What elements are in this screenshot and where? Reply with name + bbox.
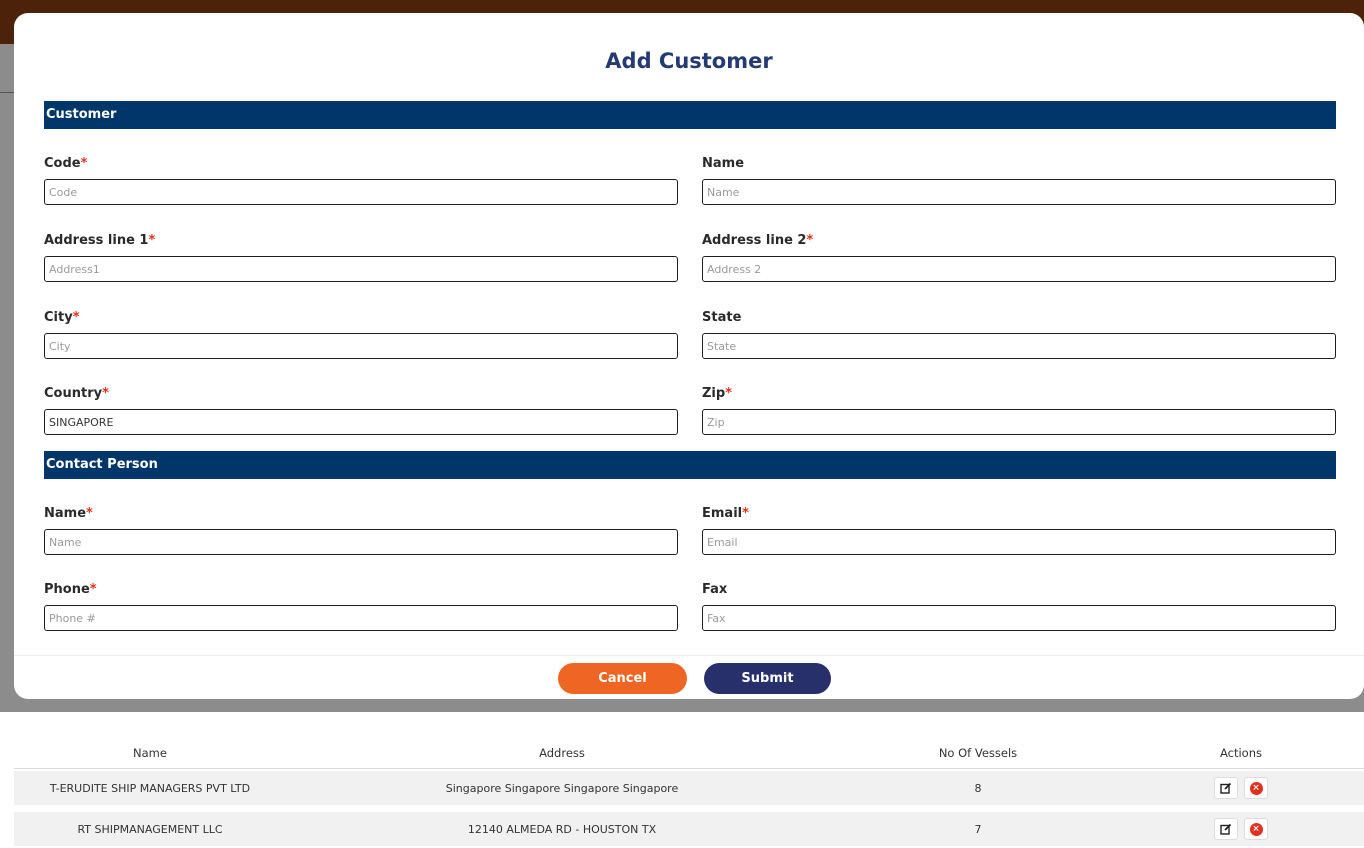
email-input[interactable] bbox=[702, 529, 1336, 555]
country-label: Country* bbox=[44, 386, 109, 401]
modal-title: Add Customer bbox=[605, 49, 773, 73]
zip-input[interactable] bbox=[702, 409, 1336, 435]
header-address[interactable]: Address bbox=[286, 737, 838, 768]
email-label: Email* bbox=[702, 506, 749, 521]
row-vessels: 7 bbox=[974, 822, 982, 836]
edit-icon bbox=[1220, 782, 1232, 794]
header-vessels[interactable]: No Of Vessels bbox=[838, 737, 1118, 768]
city-input[interactable] bbox=[44, 333, 678, 359]
delete-icon: × bbox=[1249, 781, 1263, 795]
contact-name-input[interactable] bbox=[44, 529, 678, 555]
address1-input[interactable] bbox=[44, 256, 678, 282]
code-label: Code* bbox=[44, 156, 88, 171]
code-input[interactable] bbox=[44, 179, 678, 205]
customer-name-label: Name bbox=[702, 156, 745, 171]
zip-label: Zip* bbox=[702, 386, 733, 401]
fax-label: Fax bbox=[702, 582, 728, 597]
state-input[interactable] bbox=[702, 333, 1336, 359]
header-name[interactable]: Name bbox=[14, 737, 286, 768]
customer-name-input[interactable] bbox=[702, 179, 1336, 205]
row-address: Singapore Singapore Singapore Singapore bbox=[445, 781, 679, 795]
contact-name-label: Name* bbox=[44, 506, 93, 521]
section-contact-person: Contact Person bbox=[44, 451, 1336, 479]
header-actions: Actions bbox=[1219, 745, 1262, 760]
row-actions: × bbox=[1118, 812, 1364, 846]
section-customer: Customer bbox=[44, 101, 1336, 129]
row-vessels: 8 bbox=[974, 781, 982, 795]
address1-label: Address line 1* bbox=[44, 233, 156, 248]
row-actions: × bbox=[1118, 771, 1364, 805]
delete-button[interactable]: × bbox=[1244, 818, 1268, 840]
address2-input[interactable] bbox=[702, 256, 1336, 282]
table-header: Name Address No Of Vessels Actions bbox=[14, 737, 1364, 769]
city-label: City* bbox=[44, 310, 80, 325]
row-name: T-ERUDITE SHIP MANAGERS PVT LTD bbox=[49, 781, 251, 795]
address2-label: Address line 2* bbox=[702, 233, 814, 248]
country-input[interactable] bbox=[44, 409, 678, 435]
delete-icon: × bbox=[1249, 822, 1263, 836]
customers-table: Name Address No Of Vessels Actions T-ERU… bbox=[14, 737, 1364, 848]
edit-button[interactable] bbox=[1214, 818, 1238, 840]
phone-input[interactable] bbox=[44, 605, 678, 631]
fax-input[interactable] bbox=[702, 605, 1336, 631]
table-row: RT SHIPMANAGEMENT LLC 12140 ALMEDA RD - … bbox=[14, 812, 1364, 846]
table-row: T-ERUDITE SHIP MANAGERS PVT LTD Singapor… bbox=[14, 771, 1364, 805]
edit-icon bbox=[1220, 823, 1232, 835]
state-label: State bbox=[702, 310, 742, 325]
cancel-button[interactable]: Cancel bbox=[558, 663, 687, 694]
edit-button[interactable] bbox=[1214, 777, 1238, 799]
add-customer-modal: Add Customer Customer Code* Name Address… bbox=[14, 13, 1364, 699]
submit-button[interactable]: Submit bbox=[704, 663, 831, 694]
delete-button[interactable]: × bbox=[1244, 777, 1268, 799]
row-address: 12140 ALMEDA RD - HOUSTON TX bbox=[467, 822, 657, 836]
row-name: RT SHIPMANAGEMENT LLC bbox=[77, 822, 223, 836]
phone-label: Phone* bbox=[44, 582, 97, 597]
footer-divider bbox=[14, 655, 1364, 656]
